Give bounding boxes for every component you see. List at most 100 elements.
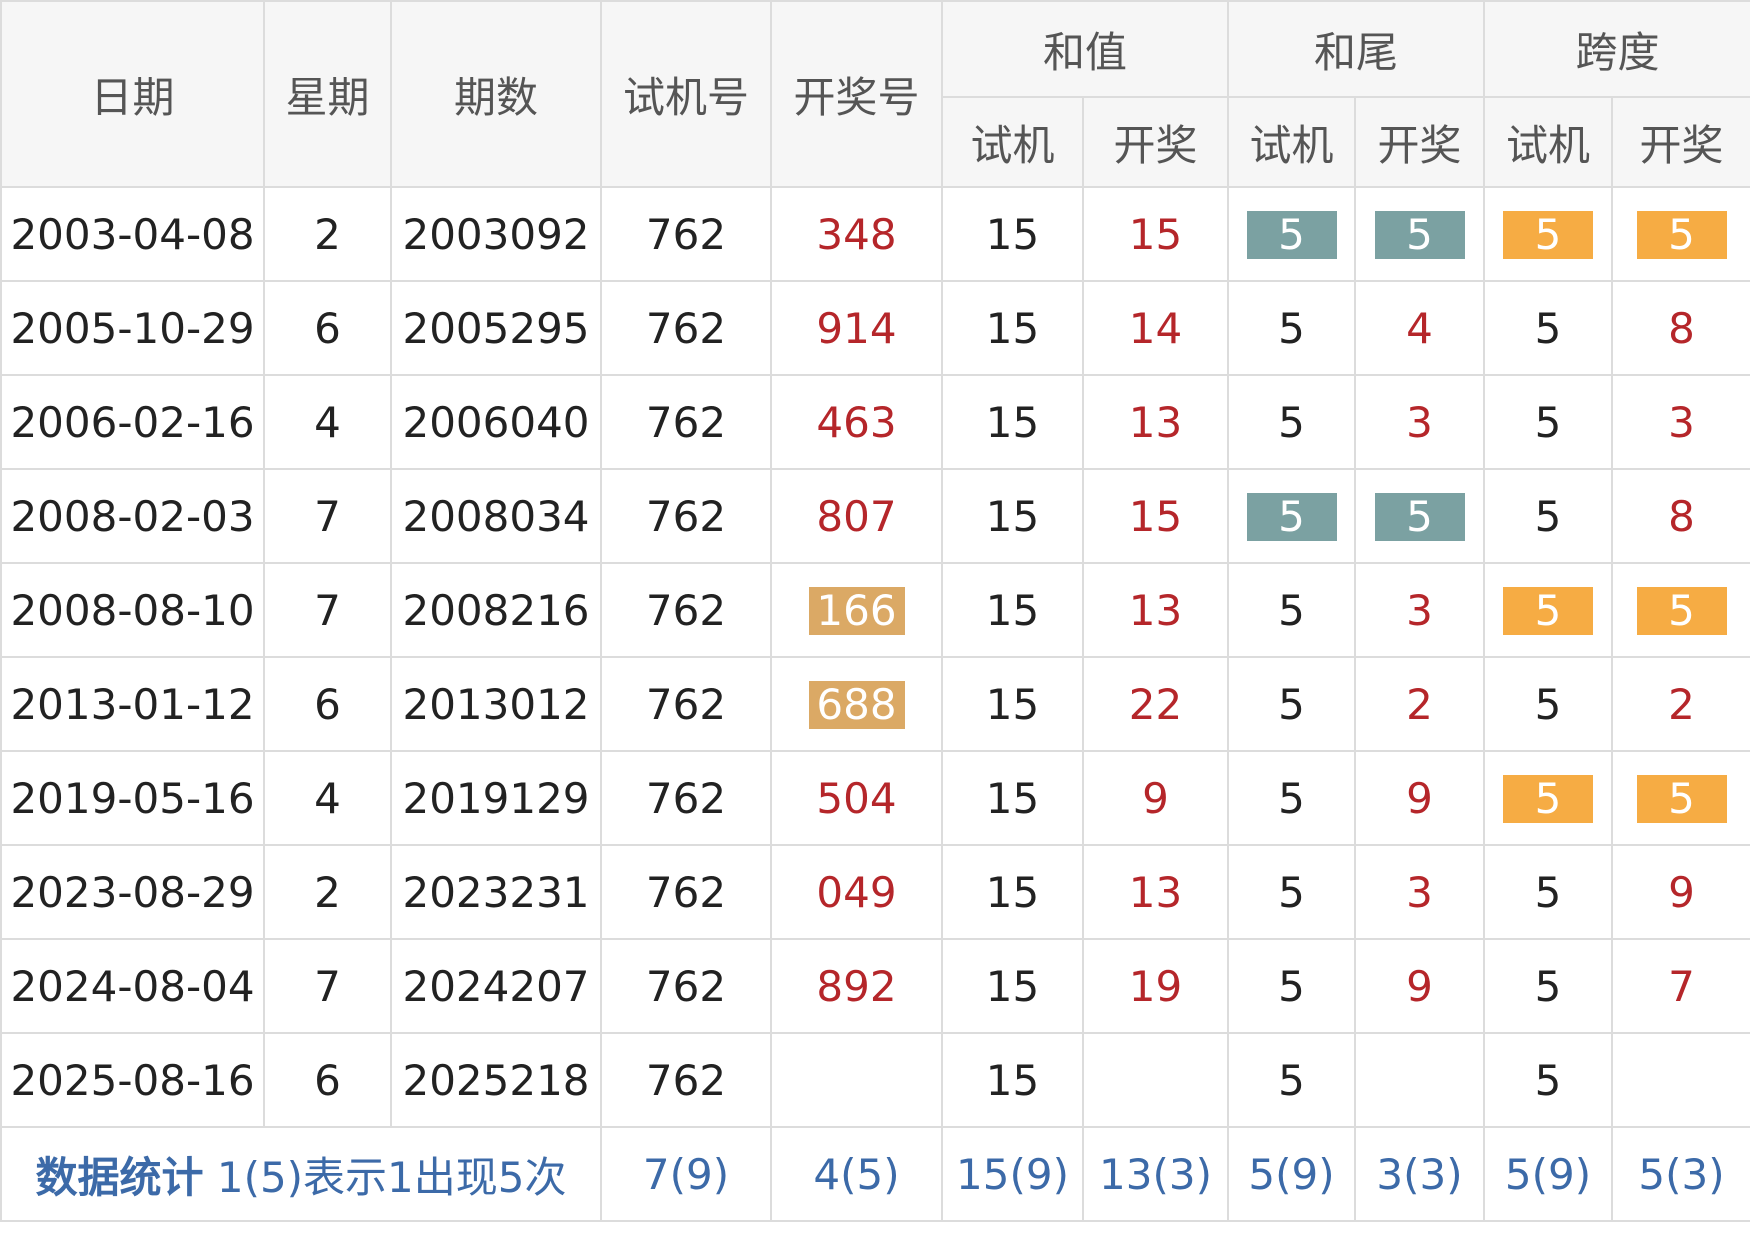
sum-trial-cell: 15 bbox=[941, 468, 1084, 564]
date-cell: 2023-08-29 bbox=[0, 844, 265, 940]
sum-draw-cell: 15 bbox=[1081, 468, 1230, 564]
header-trial-number: 试机号 bbox=[600, 0, 772, 188]
trial-cell: 762 bbox=[600, 374, 772, 470]
table-row: 2013-01-12 6 2013012 762 688 15 22 5 2 5… bbox=[0, 656, 1750, 752]
stats-tail-draw: 3(3) bbox=[1354, 1126, 1486, 1222]
sum-draw-cell: 13 bbox=[1081, 562, 1230, 658]
issue-cell: 2008216 bbox=[390, 562, 602, 658]
span-trial-cell: 5 bbox=[1483, 186, 1614, 282]
tail-trial-cell: 5 bbox=[1227, 750, 1357, 846]
issue-cell: 2008034 bbox=[390, 468, 602, 564]
sum-trial-cell: 15 bbox=[941, 938, 1084, 1034]
span-trial-cell: 5 bbox=[1483, 1032, 1614, 1128]
highlight-chip: 5 bbox=[1246, 492, 1337, 541]
header-issue: 期数 bbox=[390, 0, 602, 188]
tail-trial-cell: 5 bbox=[1227, 844, 1357, 940]
tail-draw-cell: 9 bbox=[1354, 938, 1486, 1034]
trial-cell: 762 bbox=[600, 562, 772, 658]
table-row: 2024-08-04 7 2024207 762 892 15 19 5 9 5… bbox=[0, 938, 1750, 1034]
header-date: 日期 bbox=[0, 0, 265, 188]
sum-trial-cell: 15 bbox=[941, 1032, 1084, 1128]
highlight-chip: 5 bbox=[1503, 586, 1594, 635]
sum-draw-cell: 22 bbox=[1081, 656, 1230, 752]
stats-title: 数据统计 bbox=[35, 1152, 204, 1202]
weekday-cell: 4 bbox=[263, 750, 392, 846]
span-trial-cell: 5 bbox=[1483, 374, 1614, 470]
trial-cell: 762 bbox=[600, 280, 772, 376]
tail-draw-cell bbox=[1354, 1032, 1486, 1128]
header-tail-draw: 开奖 bbox=[1354, 96, 1486, 188]
weekday-cell: 2 bbox=[263, 186, 392, 282]
date-cell: 2008-02-03 bbox=[0, 468, 265, 564]
span-trial-cell: 5 bbox=[1483, 468, 1614, 564]
span-draw-cell: 2 bbox=[1611, 656, 1750, 752]
trial-cell: 762 bbox=[600, 938, 772, 1034]
stats-label: 数据统计 1(5)表示1出现5次 bbox=[0, 1126, 602, 1222]
tail-draw-cell: 5 bbox=[1354, 186, 1486, 282]
tail-draw-cell: 5 bbox=[1354, 468, 1486, 564]
tail-trial-cell: 5 bbox=[1227, 1032, 1357, 1128]
tail-draw-cell: 3 bbox=[1354, 562, 1486, 658]
stats-span-trial: 5(9) bbox=[1483, 1126, 1614, 1222]
date-cell: 2003-04-08 bbox=[0, 186, 265, 282]
header-tail-group: 和尾 bbox=[1227, 0, 1486, 98]
weekday-cell: 7 bbox=[263, 562, 392, 658]
span-draw-cell: 9 bbox=[1611, 844, 1750, 940]
results-table: 日期 星期 期数 试机号 开奖号 和值 和尾 跨度 试机 开奖 试机 开奖 试机… bbox=[0, 0, 1750, 1222]
date-cell: 2005-10-29 bbox=[0, 280, 265, 376]
span-draw-cell: 5 bbox=[1611, 186, 1750, 282]
table-row: 2023-08-29 2 2023231 762 049 15 13 5 3 5… bbox=[0, 844, 1750, 940]
trial-cell: 762 bbox=[600, 656, 772, 752]
issue-cell: 2005295 bbox=[390, 280, 602, 376]
sum-trial-cell: 15 bbox=[941, 374, 1084, 470]
span-draw-cell: 5 bbox=[1611, 750, 1750, 846]
weekday-cell: 6 bbox=[263, 280, 392, 376]
stats-tail-trial: 5(9) bbox=[1227, 1126, 1357, 1222]
stats-sum-draw: 13(3) bbox=[1081, 1126, 1230, 1222]
highlight-chip: 5 bbox=[1636, 586, 1727, 635]
highlight-chip: 5 bbox=[1246, 210, 1337, 259]
tail-draw-cell: 4 bbox=[1354, 280, 1486, 376]
date-cell: 2024-08-04 bbox=[0, 938, 265, 1034]
header-tail-trial: 试机 bbox=[1227, 96, 1357, 188]
span-trial-cell: 5 bbox=[1483, 562, 1614, 658]
date-cell: 2013-01-12 bbox=[0, 656, 265, 752]
weekday-cell: 6 bbox=[263, 656, 392, 752]
header-weekday: 星期 bbox=[263, 0, 392, 188]
date-cell: 2008-08-10 bbox=[0, 562, 265, 658]
header-span-group: 跨度 bbox=[1483, 0, 1750, 98]
tail-draw-cell: 3 bbox=[1354, 844, 1486, 940]
sum-trial-cell: 15 bbox=[941, 750, 1084, 846]
trial-cell: 762 bbox=[600, 186, 772, 282]
draw-cell bbox=[770, 1032, 943, 1128]
header-sum-draw: 开奖 bbox=[1081, 96, 1230, 188]
span-trial-cell: 5 bbox=[1483, 280, 1614, 376]
stats-trial: 7(9) bbox=[600, 1126, 772, 1222]
table-row: 2005-10-29 6 2005295 762 914 15 14 5 4 5… bbox=[0, 280, 1750, 376]
date-cell: 2025-08-16 bbox=[0, 1032, 265, 1128]
table-row: 2006-02-16 4 2006040 762 463 15 13 5 3 5… bbox=[0, 374, 1750, 470]
date-cell: 2006-02-16 bbox=[0, 374, 265, 470]
table-row: 2008-08-10 7 2008216 762 166 15 13 5 3 5… bbox=[0, 562, 1750, 658]
highlight-chip: 166 bbox=[808, 586, 905, 635]
span-draw-cell: 7 bbox=[1611, 938, 1750, 1034]
span-trial-cell: 5 bbox=[1483, 750, 1614, 846]
header-sum-group: 和值 bbox=[940, 0, 1230, 98]
sum-draw-cell bbox=[1081, 1032, 1230, 1128]
span-trial-cell: 5 bbox=[1483, 844, 1614, 940]
date-cell: 2019-05-16 bbox=[0, 750, 265, 846]
span-draw-cell: 3 bbox=[1611, 374, 1750, 470]
sum-trial-cell: 15 bbox=[941, 562, 1084, 658]
highlight-chip: 5 bbox=[1503, 210, 1594, 259]
issue-cell: 2019129 bbox=[390, 750, 602, 846]
header-span-draw: 开奖 bbox=[1611, 96, 1750, 188]
weekday-cell: 7 bbox=[263, 468, 392, 564]
sum-trial-cell: 15 bbox=[941, 844, 1084, 940]
highlight-chip: 5 bbox=[1374, 492, 1465, 541]
issue-cell: 2003092 bbox=[390, 186, 602, 282]
span-draw-cell: 8 bbox=[1611, 468, 1750, 564]
highlight-chip: 688 bbox=[808, 680, 905, 729]
issue-cell: 2024207 bbox=[390, 938, 602, 1034]
draw-cell: 166 bbox=[770, 562, 943, 658]
stats-row: 数据统计 1(5)表示1出现5次 7(9) 4(5) 15(9) 13(3) 5… bbox=[0, 1126, 1750, 1222]
